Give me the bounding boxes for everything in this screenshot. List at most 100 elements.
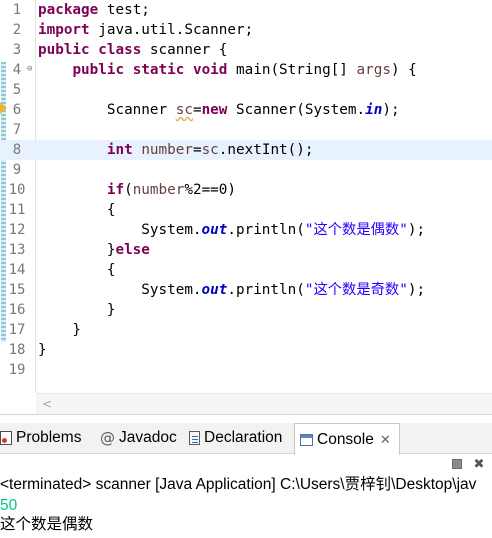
line-number: 19 (8, 362, 26, 378)
code-token: = (192, 142, 202, 158)
code-token: if (106, 182, 125, 198)
code-text: { (38, 261, 116, 279)
code-line[interactable]: 2 import java.util.Scanner; (0, 20, 492, 40)
javadoc-icon: @ (100, 429, 115, 447)
code-line[interactable]: 5 (0, 80, 492, 100)
tab-javadoc[interactable]: @ Javadoc (100, 423, 177, 453)
code-text: import java.util.Scanner; (38, 21, 253, 39)
code-token: } (38, 322, 82, 338)
code-token: Scanner (38, 102, 176, 118)
code-token: ) { (390, 62, 417, 78)
tab-problems[interactable]: Problems (0, 423, 81, 453)
code-line[interactable]: 12 System.out.println("这个数是偶数"); (0, 220, 492, 240)
code-line[interactable]: 4 ⊖ public static void main(String[] args… (0, 60, 492, 80)
code-line[interactable]: 15 System.out.println("这个数是奇数"); (0, 280, 492, 300)
tab-javadoc-label: Javadoc (119, 429, 177, 446)
code-line[interactable]: 6 Scanner sc=new Scanner(System.in); (0, 100, 492, 120)
code-token: "这个数是奇数" (304, 282, 408, 298)
tab-declaration-label: Declaration (204, 429, 283, 446)
remove-launch-button[interactable]: ✖ (472, 456, 486, 472)
terminate-button[interactable] (450, 457, 464, 471)
code-token: out (201, 282, 228, 298)
code-text: }else (38, 241, 150, 259)
console-output-area[interactable]: <terminated> scanner [Java Application] … (0, 475, 492, 538)
tab-declaration[interactable]: Declaration (189, 423, 282, 453)
line-number: 8 (12, 142, 22, 158)
scroll-left-arrow-icon[interactable]: < (42, 395, 52, 413)
console-output-line: 这个数是偶数 (0, 516, 94, 533)
line-number: 12 (8, 222, 26, 238)
code-text: int number=sc.nextInt(); (38, 141, 314, 159)
code-token: public (72, 62, 125, 78)
tab-console-label: Console (317, 430, 374, 448)
code-line[interactable]: 1 package test; (0, 0, 492, 20)
bottom-panel: Problems @ Javadoc Declaration Console ✕… (0, 414, 492, 538)
code-line[interactable]: 19 (0, 360, 492, 380)
code-token: main(String[] (227, 62, 357, 78)
code-line[interactable]: 14 { (0, 260, 492, 280)
declaration-icon (189, 431, 200, 445)
close-icon[interactable]: ✕ (380, 432, 391, 448)
code-token: int (106, 142, 133, 158)
console-status-line: <terminated> scanner [Java Application] … (0, 476, 477, 493)
code-line[interactable]: 7 (0, 120, 492, 140)
code-line[interactable]: 11 { (0, 200, 492, 220)
code-token: ); (382, 102, 400, 118)
code-line[interactable]: 3 public class scanner { (0, 40, 492, 60)
code-text: public class scanner { (38, 41, 227, 59)
code-token: void (192, 62, 228, 78)
code-line[interactable]: 10 if(number%2==0) (0, 180, 492, 200)
code-token: "这个数是偶数" (304, 222, 408, 238)
code-line[interactable]: 9 (0, 160, 492, 180)
console-icon (300, 433, 313, 446)
code-line[interactable]: 17 } (0, 320, 492, 340)
code-line[interactable]: 8 int number=sc.nextInt(); (0, 140, 492, 160)
code-token: number (141, 142, 193, 158)
line-number: 5 (12, 82, 22, 98)
code-token: ); (407, 282, 426, 298)
console-toolbar: ✖ (450, 455, 492, 473)
code-token: .println( (227, 282, 305, 298)
code-editor[interactable]: 1 package test; 2 import java.util.Scanner;… (0, 0, 492, 393)
code-token: args (356, 62, 391, 78)
code-token: Scanner(System. (227, 102, 366, 118)
code-token: .nextInt(); (218, 142, 314, 158)
code-text: } (38, 301, 116, 319)
line-number: 16 (8, 302, 26, 318)
code-line[interactable]: 16 } (0, 300, 492, 320)
code-token: %2==0) (184, 182, 237, 198)
code-token: System. (38, 222, 202, 238)
line-number: 6 (12, 102, 22, 118)
code-token: ); (407, 222, 426, 238)
line-number: 7 (12, 122, 22, 138)
code-token: { (38, 262, 116, 278)
code-text: } (38, 321, 81, 339)
code-token: test; (98, 2, 150, 18)
stop-icon (452, 459, 462, 469)
code-token: number (132, 182, 185, 198)
code-line[interactable]: 13 }else (0, 240, 492, 260)
code-text: System.out.println("这个数是偶数"); (38, 221, 425, 239)
line-number: 11 (8, 202, 26, 218)
code-token: in (365, 102, 383, 118)
code-text: System.out.println("这个数是奇数"); (38, 281, 425, 299)
code-text: public static void main(String[] args) { (38, 61, 417, 79)
code-line[interactable]: 18} (0, 340, 492, 360)
fold-toggle-icon[interactable]: ⊖ (27, 64, 32, 74)
horizontal-scrollbar[interactable]: < (36, 393, 492, 414)
code-text: } (38, 341, 47, 359)
line-number: 3 (12, 42, 22, 58)
code-token: .println( (227, 222, 305, 238)
code-token: System. (38, 282, 202, 298)
code-text: { (38, 201, 116, 219)
remove-icon: ✖ (473, 456, 485, 472)
code-text: if(number%2==0) (38, 181, 236, 199)
tab-console[interactable]: Console ✕ (294, 423, 400, 455)
code-token: } (38, 242, 116, 258)
